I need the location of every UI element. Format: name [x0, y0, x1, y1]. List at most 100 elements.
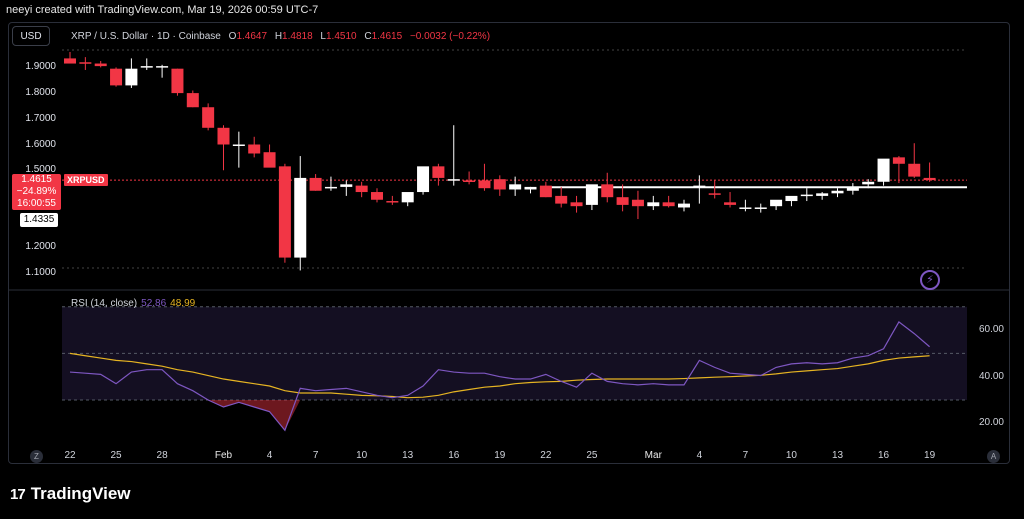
- time-tick-label: 13: [402, 450, 414, 461]
- candle-body: [539, 185, 552, 198]
- time-tick-label: 7: [312, 450, 319, 461]
- time-tick-label: 4: [696, 450, 703, 461]
- time-tick-label: Feb: [214, 450, 233, 461]
- candle-body: [785, 195, 798, 202]
- candle-body: [202, 107, 215, 128]
- auto-scale-icon[interactable]: A: [987, 450, 1000, 463]
- candle-body: [248, 144, 261, 154]
- candle-body: [309, 177, 322, 191]
- candle-body: [125, 68, 138, 86]
- rsi-label: RSI (14, close): [71, 298, 138, 309]
- candle-body: [892, 157, 905, 164]
- time-tick-label: 13: [831, 450, 844, 461]
- time-tick-label: 25: [110, 450, 122, 461]
- candle-body: [693, 185, 706, 188]
- candle-body: [493, 179, 506, 190]
- rsi-tick-label: 60.00: [978, 324, 1004, 336]
- candle-body: [278, 166, 291, 258]
- rsi-legend: RSI (14, close) 52.86 48.99: [71, 298, 195, 309]
- price-tick-label: 1.2000: [25, 241, 56, 253]
- candle-body: [570, 202, 583, 207]
- candle-body: [862, 181, 875, 185]
- candle-body: [601, 184, 614, 198]
- time-tick-label: 7: [742, 450, 749, 461]
- time-tick-label: 4: [266, 450, 273, 461]
- candle-body: [171, 68, 184, 94]
- price-chart-svg[interactable]: [0, 0, 1024, 519]
- time-tick-label: 16: [877, 450, 890, 461]
- candle-body: [447, 179, 460, 181]
- candle-body: [616, 197, 629, 205]
- price-tick-label: 1.9000: [25, 61, 56, 73]
- candle-body: [386, 201, 399, 203]
- last-price-tag: 1.4615 −24.89% 16:00:55: [12, 174, 61, 210]
- candle-body: [923, 177, 936, 181]
- candle-body: [647, 202, 660, 207]
- time-tick-label: 25: [586, 450, 598, 461]
- candle-body: [585, 184, 598, 205]
- candle-body: [846, 186, 859, 191]
- horizontal-line-price-tag[interactable]: 1.4335: [20, 213, 58, 227]
- candle-body: [678, 203, 690, 208]
- tradingview-mark-icon: 17: [10, 485, 26, 503]
- candle-body: [739, 207, 752, 209]
- candle-body: [140, 66, 153, 68]
- bar-countdown: 16:00:55: [17, 198, 56, 209]
- time-tick-label: 28: [156, 450, 168, 461]
- rsi-tick-label: 20.00: [978, 417, 1004, 429]
- candle-body: [156, 66, 169, 68]
- last-price-value: 1.4615: [21, 174, 52, 185]
- candle-body: [432, 166, 445, 178]
- candle-body: [770, 199, 783, 207]
- candle-body: [355, 185, 368, 193]
- candle-body: [555, 195, 568, 204]
- rsi-value: 52.86: [141, 298, 167, 309]
- candle-body: [232, 144, 245, 146]
- time-tick-label: 10: [356, 450, 368, 461]
- flash-icon[interactable]: ⚡: [920, 270, 940, 290]
- price-tick-label: 1.8000: [25, 87, 56, 99]
- time-tick-label: 22: [64, 450, 76, 461]
- rsi-ma-value: 48.99: [170, 298, 196, 309]
- candle-body: [509, 184, 522, 190]
- zoom-icon[interactable]: Z: [30, 450, 43, 463]
- candle-body: [110, 68, 123, 86]
- candle-body: [754, 207, 767, 209]
- candle-body: [524, 186, 537, 190]
- time-tick-label: 19: [494, 450, 506, 461]
- time-tick-label: Mar: [644, 450, 662, 461]
- candle-body: [800, 194, 813, 197]
- candle-body: [64, 58, 76, 64]
- candle-body: [662, 202, 675, 207]
- candle-body: [371, 192, 383, 200]
- candle-body: [631, 199, 644, 207]
- candle-body: [478, 180, 491, 189]
- candle-body: [816, 193, 829, 196]
- symbol-tag: XRPUSD: [64, 174, 108, 186]
- tradingview-logo[interactable]: 17 TradingView: [10, 484, 131, 504]
- candle-body: [186, 93, 199, 108]
- candle-body: [217, 127, 230, 145]
- candle-body: [340, 184, 353, 187]
- rsi-tick-label: 40.00: [978, 370, 1004, 382]
- time-tick-label: 16: [448, 450, 460, 461]
- time-tick-label: 19: [924, 450, 936, 461]
- candle-body: [94, 63, 107, 67]
- candle-body: [79, 62, 92, 64]
- last-price-change: −24.89%: [16, 186, 57, 197]
- candle-body: [463, 180, 476, 182]
- candle-body: [724, 202, 737, 205]
- time-tick-label: 22: [540, 450, 552, 461]
- candle-body: [324, 186, 337, 189]
- candle-body: [417, 166, 430, 193]
- time-tick-label: 10: [785, 450, 797, 461]
- candle-body: [831, 190, 844, 194]
- price-tick-label: 1.1000: [25, 267, 56, 278]
- candle-body: [401, 192, 414, 203]
- tradingview-wordmark: TradingView: [30, 484, 131, 503]
- candle-body: [263, 152, 276, 168]
- price-tick-label: 1.6000: [25, 138, 56, 150]
- candle-body: [908, 163, 921, 177]
- price-tick-label: 1.7000: [25, 112, 56, 124]
- candle-body: [708, 193, 721, 195]
